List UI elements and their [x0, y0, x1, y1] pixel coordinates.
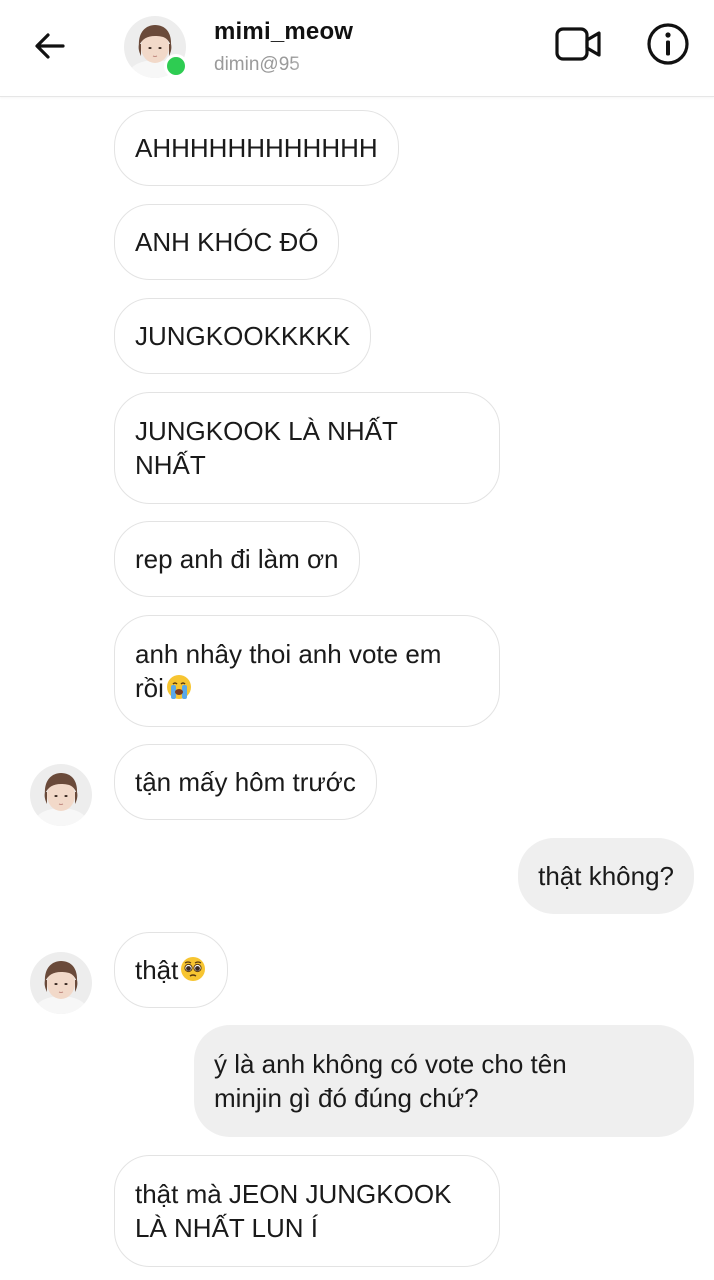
- arrow-left-icon: [35, 33, 65, 59]
- header-avatar[interactable]: [124, 16, 188, 78]
- contact-handle: dimin@95: [214, 54, 300, 75]
- message-text-content: thật: [135, 955, 179, 985]
- message-text: ANH KHÓC ĐÓ: [135, 227, 319, 257]
- video-camera-icon: [555, 27, 601, 61]
- message-text: thật: [135, 953, 207, 987]
- message-text: anh nhây thoi anh vote em rồi: [135, 637, 441, 705]
- message-text: rep anh đi làm ơn: [135, 544, 339, 574]
- video-call-button[interactable]: [552, 20, 606, 68]
- info-circle-icon: [647, 23, 689, 65]
- message-text: thật mà JEON JUNGKOOK LÀ NHẤT LUN Í: [135, 1179, 452, 1243]
- message-bubble-incoming[interactable]: thật mà JEON JUNGKOOK LÀ NHẤT LUN Í: [114, 1155, 500, 1267]
- message-text: ý là anh không có vote cho tên minjin gì…: [214, 1049, 567, 1113]
- online-status-indicator: [164, 54, 188, 78]
- sender-avatar[interactable]: [30, 952, 92, 1014]
- message-text: tận mấy hôm trước: [135, 767, 356, 797]
- message-text: JUNGKOOKKKKK: [135, 321, 351, 351]
- message-text: JUNGKOOK LÀ NHẤT NHẤT: [135, 416, 398, 480]
- message-bubble-incoming[interactable]: JUNGKOOK LÀ NHẤT NHẤT: [114, 392, 500, 504]
- message-bubble-outgoing[interactable]: thật không?: [518, 838, 694, 914]
- message-bubble-incoming[interactable]: JUNGKOOKKKKK: [114, 298, 372, 374]
- info-button[interactable]: [644, 20, 692, 68]
- back-button[interactable]: [26, 22, 74, 70]
- message-bubble-incoming[interactable]: thật: [114, 932, 229, 1008]
- message-bubble-incoming[interactable]: anh nhây thoi anh vote em rồi: [114, 615, 500, 727]
- pleading-face-icon: [179, 955, 207, 983]
- message-bubble-incoming[interactable]: AHHHHHHHHHHHH: [114, 110, 399, 186]
- contact-username[interactable]: mimi_meow: [214, 18, 353, 46]
- message-text: AHHHHHHHHHHHH: [135, 133, 378, 163]
- message-bubble-outgoing[interactable]: ý là anh không có vote cho tên minjin gì…: [194, 1025, 694, 1137]
- message-bubble-incoming[interactable]: rep anh đi làm ơn: [114, 521, 360, 597]
- message-bubble-incoming[interactable]: tận mấy hôm trước: [114, 744, 377, 820]
- crying-face-icon: [165, 673, 193, 701]
- chat-header: mimi_meow dimin@95: [0, 0, 714, 97]
- sender-avatar[interactable]: [30, 764, 92, 826]
- message-text: thật không?: [538, 861, 674, 891]
- message-bubble-incoming[interactable]: ANH KHÓC ĐÓ: [114, 204, 340, 280]
